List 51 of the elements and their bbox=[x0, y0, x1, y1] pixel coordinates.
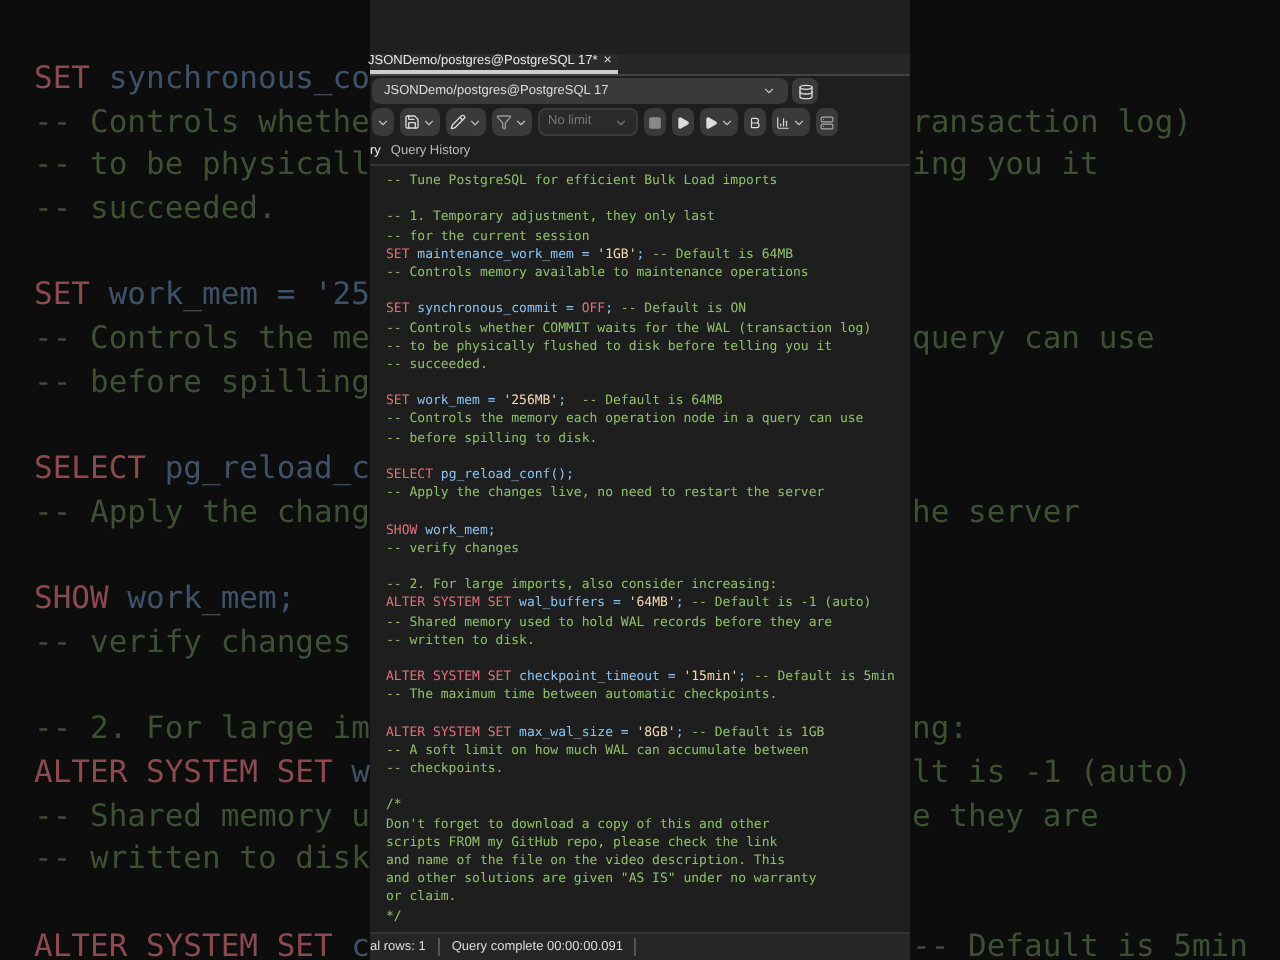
run-button[interactable] bbox=[672, 108, 694, 136]
code-line: ALTER SYSTEM SET c bbox=[34, 927, 370, 960]
code-line: e they are bbox=[912, 797, 1099, 834]
filter-icon bbox=[496, 114, 512, 130]
server-button[interactable] bbox=[816, 108, 838, 136]
database-button[interactable] bbox=[792, 78, 818, 104]
caret-icon bbox=[762, 84, 776, 98]
filter-button[interactable] bbox=[492, 108, 532, 136]
code-line: SHOW work_mem; bbox=[34, 580, 296, 617]
save-button[interactable] bbox=[400, 108, 440, 136]
pencil-icon bbox=[450, 114, 466, 130]
stop-icon bbox=[648, 115, 662, 129]
chart-button[interactable] bbox=[772, 108, 810, 136]
dropdown-button[interactable] bbox=[372, 108, 394, 136]
code-line: -- before spilling bbox=[34, 363, 370, 400]
code-line: lt is -1 (auto) bbox=[912, 754, 1192, 790]
chart-icon bbox=[776, 115, 790, 129]
caret-icon bbox=[468, 115, 482, 129]
database-icon bbox=[797, 83, 813, 99]
caret-icon bbox=[614, 115, 628, 129]
caret-icon bbox=[376, 115, 390, 129]
bold-icon bbox=[748, 115, 762, 129]
code-line: -- 2. For large im bbox=[34, 710, 370, 747]
code-line: -- Apply the chang bbox=[34, 493, 370, 530]
run-script-button[interactable] bbox=[700, 108, 738, 136]
code-line: ing you it bbox=[912, 146, 1099, 183]
stop-button[interactable] bbox=[644, 108, 666, 136]
code-line: -- Controls the me bbox=[34, 320, 370, 357]
code-line: ransaction log) bbox=[912, 103, 1192, 140]
server-icon bbox=[820, 115, 834, 129]
code-line: SET work_mem = '25 bbox=[34, 276, 370, 313]
code-line: -- Default is 5min bbox=[912, 927, 1248, 960]
code-line: he server bbox=[912, 493, 1080, 530]
code-line: SELECT pg_reload_c bbox=[34, 450, 370, 487]
code-line: -- written to disk bbox=[34, 840, 370, 877]
caret-icon bbox=[720, 115, 734, 129]
code-line: -- to be physicall bbox=[34, 146, 370, 183]
explain-button[interactable] bbox=[744, 108, 766, 136]
edit-button[interactable] bbox=[446, 108, 486, 136]
caret-icon bbox=[422, 115, 436, 129]
code-line: ALTER SYSTEM SET w bbox=[34, 754, 370, 790]
code-line: -- succeeded. bbox=[34, 190, 277, 227]
code-line: -- Controls whethe bbox=[34, 103, 370, 140]
caret-icon bbox=[514, 115, 528, 129]
code-line: query can use bbox=[912, 320, 1155, 357]
caret-icon bbox=[792, 115, 806, 129]
code-line: -- Shared memory u bbox=[34, 797, 370, 834]
code-line: -- verify changes bbox=[34, 623, 352, 660]
code-line: ng: bbox=[912, 710, 968, 747]
code-line: SET synchronous_co bbox=[34, 60, 370, 96]
save-icon bbox=[404, 114, 420, 130]
